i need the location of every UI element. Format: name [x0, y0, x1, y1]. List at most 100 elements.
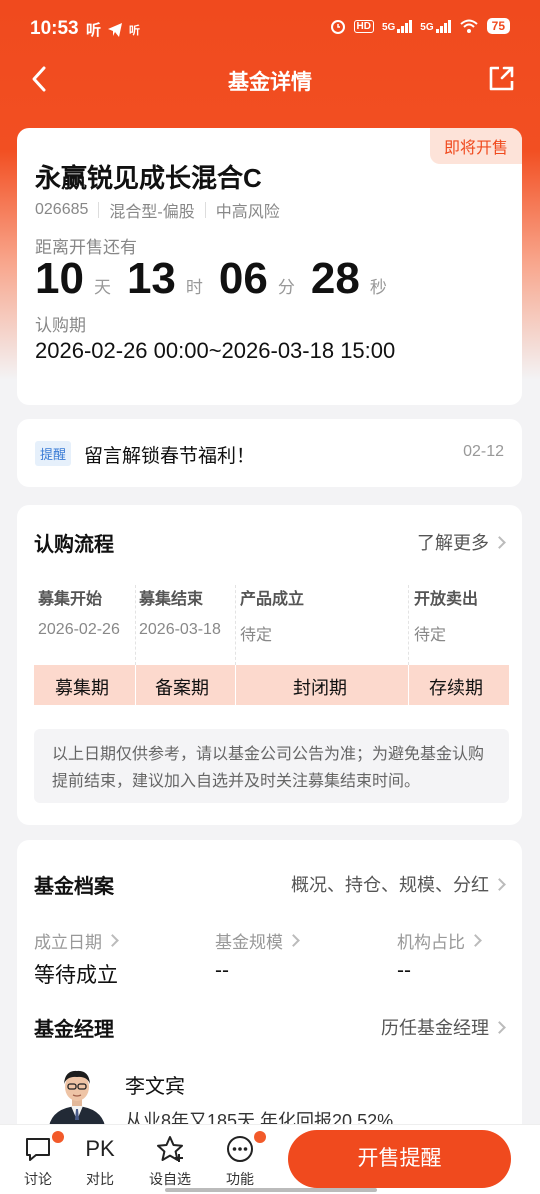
divider: [135, 665, 136, 705]
archive-link-label: 概况、持仓、规模、分红: [291, 875, 489, 895]
notice-date: 02-12: [463, 443, 504, 460]
phase-label: 备案期: [155, 678, 209, 698]
divider: [204, 202, 206, 218]
notice-card[interactable]: 提醒 留言解锁春节福利！ 02-12: [17, 419, 522, 487]
chevron-right-icon: [106, 934, 119, 947]
chevron-right-icon: [469, 934, 482, 947]
subscription-period-value: 2026-02-26 00:00~2026-03-18 15:00: [35, 338, 396, 363]
sale-reminder-button[interactable]: 开售提醒: [288, 1130, 511, 1188]
metric-value: --: [215, 959, 229, 982]
section-title: 基金档案: [34, 876, 114, 898]
listen-icon-small: 听: [129, 24, 141, 37]
metric-value: --: [397, 959, 411, 982]
metric-label: 基金规模: [215, 933, 283, 952]
page-title: 基金详情: [228, 71, 312, 94]
notification-dot: [254, 1131, 266, 1143]
flow-column: 募集开始 2026-02-26: [38, 585, 120, 665]
fund-risk: 中高风险: [215, 204, 280, 221]
status-left-icons: 听 听: [86, 19, 140, 40]
bottom-action-bar: 讨论 PK 对比 设自选 功能 开售提醒: [0, 1124, 540, 1194]
fund-name: 永赢锐见成长混合C: [35, 163, 262, 193]
metric-fund-size[interactable]: 基金规模 --: [215, 928, 300, 983]
divider: [235, 665, 236, 705]
phase-label: 募集期: [55, 678, 109, 698]
status-bar: 10:53 听 听 HD 5G 5G 75: [0, 0, 540, 58]
fund-code: 026685: [35, 201, 89, 218]
section-title: 基金经理: [34, 1019, 114, 1041]
signal-5g-1: 5G: [381, 19, 413, 33]
notification-dot: [52, 1131, 64, 1143]
notice-tag: 提醒: [35, 441, 72, 466]
tab-functions[interactable]: 功能: [210, 1131, 270, 1189]
countdown-hours: 13: [126, 254, 176, 303]
flow-step-date: 2026-02-26: [38, 621, 120, 638]
manager-history-link[interactable]: 历任基金经理: [381, 1014, 506, 1040]
chevron-right-icon: [493, 1020, 506, 1034]
section-title: 认购流程: [34, 534, 114, 556]
learn-more-link[interactable]: 了解更多: [417, 529, 506, 555]
signal-5g-2: 5G: [420, 19, 451, 33]
countdown-unit: 天: [93, 278, 111, 297]
countdown-minutes: 06: [218, 254, 268, 303]
status-time: 10:53: [30, 18, 79, 39]
wifi-icon: [459, 19, 478, 33]
flow-step-name: 产品成立: [240, 591, 305, 608]
countdown-unit: 分: [277, 278, 295, 297]
manager-avatar[interactable]: [45, 1062, 109, 1126]
notice-text: 留言解锁春节福利！: [84, 446, 256, 467]
divider: [408, 585, 409, 665]
alarm-icon: [330, 20, 345, 34]
chat-icon: [26, 1138, 50, 1161]
metric-label: 成立日期: [34, 933, 102, 952]
pk-icon: PK: [85, 1136, 115, 1161]
more-icon: [227, 1136, 253, 1162]
phase-label: 存续期: [429, 678, 483, 698]
listen-icon: 听: [86, 22, 102, 39]
flow-step-date: 2026-03-18: [139, 621, 221, 638]
divider: [98, 202, 100, 218]
tab-add-watchlist[interactable]: 设自选: [140, 1133, 200, 1189]
nav-bar: 基金详情: [0, 58, 540, 104]
countdown-unit: 秒: [369, 278, 387, 297]
flow-column: 产品成立 待定: [240, 585, 304, 665]
avatar-image: [45, 1062, 109, 1126]
hd-label: HD: [353, 19, 374, 33]
battery-indicator: 75: [486, 18, 510, 34]
fund-meta: 026685 混合型-偏股 中高风险: [35, 198, 280, 222]
learn-more-label: 了解更多: [417, 533, 489, 553]
status-badge: 即将开售: [429, 128, 522, 164]
phase-label: 封闭期: [293, 678, 347, 698]
signal-bars-icon: [397, 19, 413, 33]
home-indicator[interactable]: [165, 1188, 377, 1192]
phase-bar: 募集期 备案期 封闭期 存续期: [34, 665, 509, 705]
chevron-right-icon: [493, 535, 506, 549]
subscription-flow-card: 认购流程 了解更多 募集开始 2026-02-26 募集结束 2026-03-1…: [17, 505, 522, 825]
share-icon[interactable]: [486, 64, 516, 94]
5g-label: 5G: [381, 22, 396, 33]
5g-label: 5G: [420, 22, 434, 33]
tab-discuss[interactable]: 讨论: [8, 1131, 68, 1189]
countdown-unit: 时: [185, 278, 203, 297]
tab-label: 功能: [226, 1171, 254, 1187]
chevron-right-icon: [287, 934, 300, 947]
flow-column: 募集结束 2026-03-18: [139, 585, 221, 665]
status-right: HD 5G 5G 75: [330, 18, 510, 34]
metric-institution-ratio[interactable]: 机构占比 --: [397, 928, 482, 983]
flow-table: 募集开始 2026-02-26 募集结束 2026-03-18 产品成立 待定 …: [34, 585, 509, 705]
metric-label: 机构占比: [397, 933, 465, 952]
tab-compare[interactable]: PK 对比: [70, 1133, 130, 1189]
manager-name[interactable]: 李文宾: [125, 1070, 185, 1099]
fund-archive-card: 基金档案 概况、持仓、规模、分红 成立日期 等待成立 基金规模 -- 机构占比 …: [17, 840, 522, 1140]
manager-history-label: 历任基金经理: [381, 1018, 489, 1038]
tab-label: 设自选: [149, 1171, 191, 1187]
flow-step-date: 待定: [414, 627, 447, 644]
flow-step-date: 待定: [240, 627, 273, 644]
archive-link[interactable]: 概况、持仓、规模、分红: [291, 871, 506, 897]
fund-summary-card: 即将开售 永赢锐见成长混合C 026685 混合型-偏股 中高风险 距离开售还有…: [17, 128, 522, 405]
fund-type: 混合型-偏股: [109, 204, 195, 221]
signal-bars-icon: [435, 19, 451, 33]
metric-established-date[interactable]: 成立日期 等待成立: [34, 928, 119, 989]
star-plus-icon: [157, 1136, 183, 1162]
divider: [135, 585, 136, 665]
divider: [408, 665, 409, 705]
